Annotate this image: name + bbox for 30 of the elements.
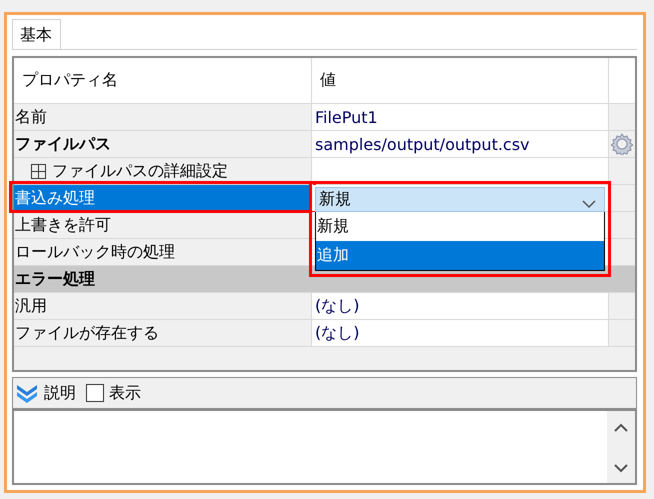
dropdown-option[interactable]: 新規 [316, 212, 604, 241]
double-chevron-icon[interactable] [15, 382, 39, 404]
checkbox[interactable] [86, 384, 104, 402]
column-header: 値 [320, 70, 336, 91]
section-title: 説明 [44, 382, 76, 404]
category-label: エラー処理 [14, 268, 95, 290]
field-value: 新規 [319, 189, 351, 210]
checkbox-label: 表示 [109, 382, 141, 404]
property-name: ファイルパス [15, 134, 111, 154]
property-name: 汎用 [15, 296, 47, 316]
gear-icon[interactable] [611, 133, 633, 155]
expand-icon[interactable] [31, 164, 46, 178]
property-value: samples/output/output.csv [315, 134, 530, 154]
scroll-up-icon[interactable] [614, 423, 628, 432]
property-name: ファイルパスの詳細設定 [52, 160, 228, 182]
property-value: (なし) [315, 296, 360, 316]
property-value: FilePut1 [315, 108, 378, 126]
property-value: (なし) [315, 322, 360, 344]
property-name: ファイルが存在する [15, 322, 159, 344]
column-header: プロパティ名 [22, 70, 118, 91]
description-text-area[interactable] [12, 409, 637, 485]
property-name: 書込み処理 [15, 188, 95, 208]
dropdown-field[interactable]: 新規 [315, 187, 605, 212]
property-name: 名前 [15, 106, 47, 128]
dropdown-option[interactable]: 追加 [316, 241, 604, 270]
property-name: 上書きを許可 [15, 214, 111, 236]
chevron-down-icon [582, 200, 596, 209]
scroll-down-icon[interactable] [614, 464, 628, 473]
property-name: ロールバック時の処理 [15, 242, 175, 262]
tab[interactable]: 基本 [12, 19, 61, 49]
